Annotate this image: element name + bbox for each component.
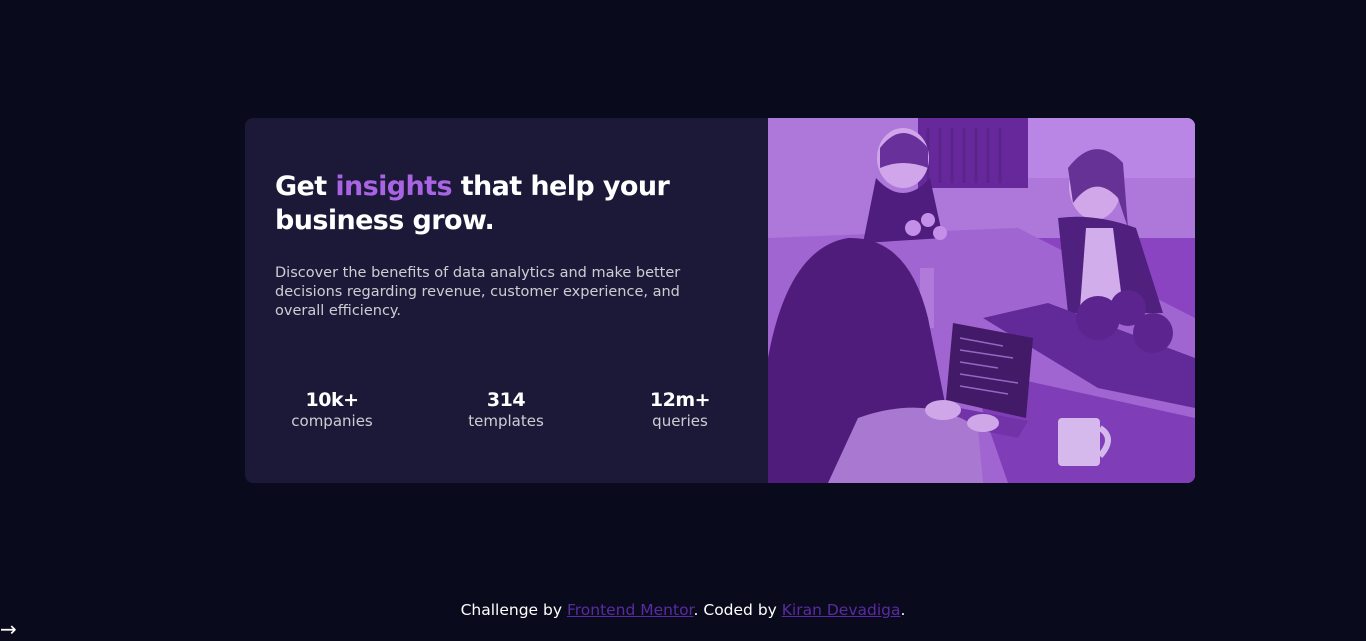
headline-accent: insights xyxy=(335,171,452,202)
stat-label: templates xyxy=(468,412,544,430)
stat-label: companies xyxy=(291,412,373,430)
headline-part1: Get xyxy=(275,171,336,202)
page: Get insights that help your business gro… xyxy=(0,0,1366,641)
headline: Get insights that help your business gro… xyxy=(275,170,675,238)
card-content: Get insights that help your business gro… xyxy=(245,118,768,483)
attribution: Challenge by Frontend Mentor. Coded by K… xyxy=(0,600,1366,620)
stat-value: 12m+ xyxy=(649,389,711,411)
stat-value: 314 xyxy=(486,389,526,411)
description: Discover the benefits of data analytics … xyxy=(275,265,681,319)
attribution-middle: . Coded by xyxy=(693,601,782,619)
frontend-mentor-link[interactable]: Frontend Mentor xyxy=(567,601,694,619)
attribution-prefix: Challenge by xyxy=(460,601,567,619)
attribution-suffix: . xyxy=(900,601,906,619)
stat-companies: 10k+ companies xyxy=(262,388,402,430)
stat-value: 10k+ xyxy=(305,389,360,411)
office-photo-illustration xyxy=(768,118,1195,483)
stats-preview-card: Get insights that help your business gro… xyxy=(245,118,1195,483)
stat-label: queries xyxy=(652,412,708,430)
stats-row: 10k+ companies 314 templates 12m+ querie… xyxy=(245,388,768,438)
author-link[interactable]: Kiran Devadiga xyxy=(782,601,901,619)
stat-queries: 12m+ queries xyxy=(610,388,750,430)
arrow-right-icon: → xyxy=(0,617,17,641)
stat-templates: 314 templates xyxy=(436,388,576,430)
header-image xyxy=(768,118,1195,483)
